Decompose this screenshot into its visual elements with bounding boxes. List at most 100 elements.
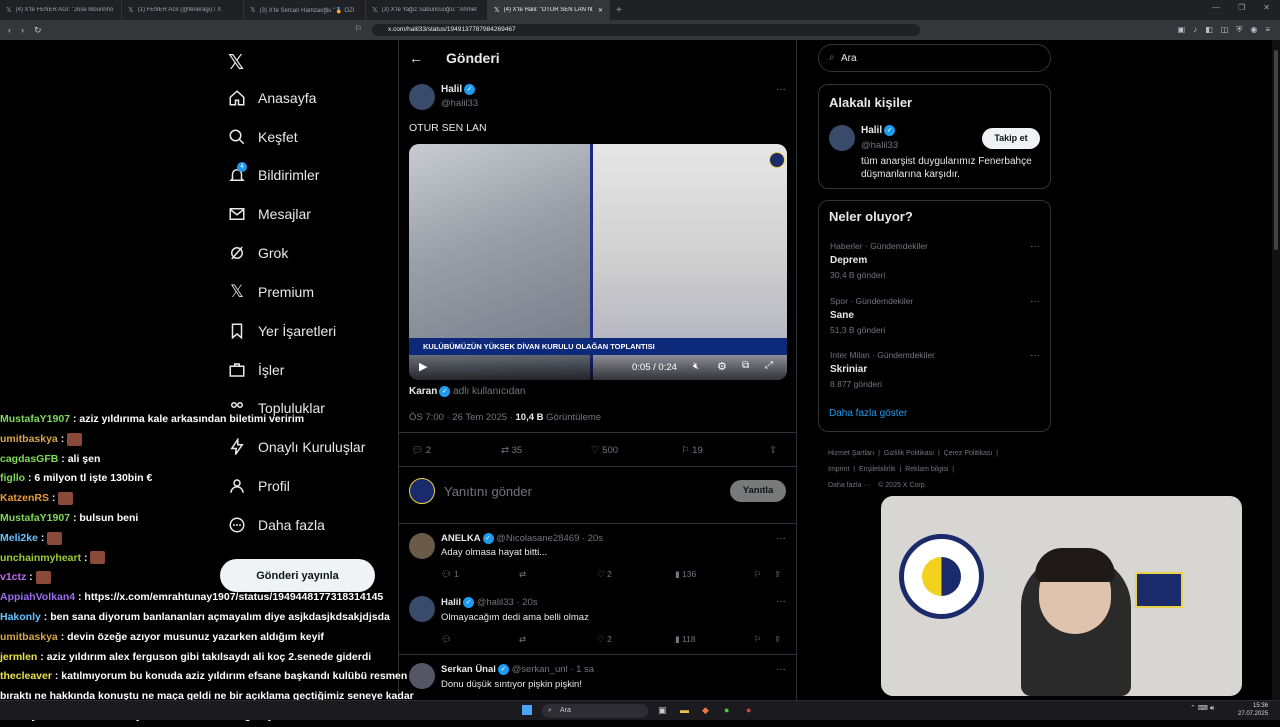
trend-item[interactable]: Spor · Gündemdekiler Sane 51,3 B gönderi… <box>830 296 1040 335</box>
footer-link[interactable]: Reklam bilgisi <box>905 466 948 473</box>
tray-icons[interactable]: ⌃ ⌨ 🔊︎ <box>1190 704 1214 713</box>
play-icon[interactable]: ▶ <box>419 360 427 373</box>
share-icon[interactable]: ⇪ <box>769 445 777 456</box>
bookmark-icon[interactable]: ⚐ <box>754 569 762 580</box>
search-box[interactable]: ⌕ Ara <box>818 44 1051 72</box>
reload-icon[interactable]: ↻ <box>34 25 42 36</box>
reply-item[interactable]: Halil ✓ @halil33 · 20s Olmayacağım dedi a… <box>409 596 796 656</box>
reply-item[interactable]: ANELKA ✓ @Nicolasane28469 · 20s Aday olma… <box>399 523 796 593</box>
repost-icon[interactable]: ⇄ <box>519 634 526 645</box>
shield-icon[interactable]: ⛨ <box>1236 25 1242 35</box>
more-options-icon[interactable]: ··· <box>1030 296 1040 307</box>
footer-link[interactable]: Hizmet Şartları <box>828 450 874 457</box>
views-icon[interactable]: ▮ 118 <box>675 634 696 645</box>
reply-author[interactable]: Serkan Ünal <box>441 664 496 675</box>
like-icon[interactable]: ♡ 2 <box>597 634 612 645</box>
profile-icon[interactable]: ◉ <box>1250 25 1257 35</box>
forward-icon[interactable]: › <box>21 25 24 36</box>
person-name[interactable]: Halil ✓ <box>861 125 896 136</box>
chat-username[interactable]: KatzenRS <box>0 492 49 504</box>
trend-item[interactable]: Haberler · Gündemdekiler Deprem 30,4 B g… <box>830 241 1040 280</box>
bookmark-icon[interactable]: ⚐ <box>355 24 362 33</box>
sidebar-item-messages[interactable]: Mesajlar <box>228 202 311 226</box>
brave-icon[interactable]: ◆ <box>702 705 709 716</box>
close-window-icon[interactable]: ✕ <box>1263 3 1270 12</box>
extension-icon[interactable]: ▣ <box>1178 25 1186 35</box>
chat-username[interactable]: MustafaY1907 <box>0 413 70 425</box>
reply-button[interactable]: Yanıtla <box>730 480 786 502</box>
trend-item[interactable]: Inter Milan · Gündemdekiler Skriniar 8.8… <box>830 350 1040 389</box>
volume-icon[interactable]: 🔇︎ <box>693 361 699 372</box>
show-more-link[interactable]: Daha fazla göster <box>829 408 907 419</box>
chat-username[interactable]: umitbaskya <box>0 433 58 445</box>
chat-username[interactable]: cagdasGFB <box>0 453 58 465</box>
reply-icon[interactable]: 💬︎ <box>441 634 452 645</box>
sidebar-item-explore[interactable]: Keşfet <box>228 125 298 149</box>
avatar[interactable] <box>409 84 435 110</box>
views-icon[interactable]: ▮ 136 <box>675 569 696 580</box>
browser-tab[interactable]: 𝕏 (4) X'te FENER AĞI: "Jose Mourinho <box>0 0 122 20</box>
windows-start-icon[interactable] <box>522 705 532 715</box>
follow-button[interactable]: Takip et <box>982 128 1040 149</box>
url-field[interactable]: x.com/halil33/status/1949137787984269467 <box>372 24 920 36</box>
more-options-icon[interactable]: ··· <box>1030 241 1040 252</box>
reply-item[interactable]: Serkan Ünal ✓ @serkan_unl · 1 sa Donu düş… <box>399 654 796 700</box>
repost-icon[interactable]: ⇄ 35 <box>501 445 522 456</box>
minimize-icon[interactable]: — <box>1212 3 1220 12</box>
task-view-icon[interactable]: ▣ <box>658 705 667 716</box>
like-icon[interactable]: ♡ 500 <box>591 445 618 456</box>
more-options-icon[interactable]: ··· <box>776 596 786 607</box>
bookmark-icon[interactable]: ⚐ <box>754 634 762 645</box>
extension-icon[interactable]: ◫ <box>1221 25 1229 35</box>
back-icon[interactable]: ‹ <box>8 25 11 36</box>
menu-icon[interactable]: ≡ <box>1265 25 1270 35</box>
browser-tab[interactable]: 𝕏 (3) X'te Sercan Hamzaoğlu "🏅 ÖZİ <box>244 0 366 20</box>
sidebar-item-premium[interactable]: 𝕏 Premium <box>228 280 314 304</box>
chat-username[interactable]: Hakonly <box>0 611 41 623</box>
footer-link[interactable]: Gizlilik Politikası <box>884 450 934 457</box>
more-options-icon[interactable]: ··· <box>776 664 786 675</box>
post-handle[interactable]: @halil33 <box>441 98 478 109</box>
footer-link[interactable]: Erişilebilirlik <box>859 466 896 473</box>
share-icon[interactable]: ⇪ <box>774 634 781 645</box>
chat-username[interactable]: umitbaskya <box>0 631 58 643</box>
like-icon[interactable]: ♡ 2 <box>597 569 612 580</box>
sidebar-item-jobs[interactable]: İşler <box>228 358 284 382</box>
bookmark-icon[interactable]: ⚐ 19 <box>681 445 703 456</box>
search-input[interactable]: Ara <box>841 53 857 64</box>
chrome-icon[interactable]: ● <box>724 705 729 715</box>
folder-icon[interactable]: ▬ <box>680 705 689 715</box>
reply-author[interactable]: Halil <box>441 597 461 608</box>
more-options-icon[interactable]: ··· <box>776 533 786 544</box>
clock[interactable]: 15:36 27.07.2025 <box>1238 702 1268 718</box>
back-arrow-icon[interactable]: ← <box>409 50 423 66</box>
sidebar-item-bookmarks[interactable]: Yer İşaretleri <box>228 319 336 343</box>
more-options-icon[interactable]: ··· <box>776 84 786 95</box>
new-tab-icon[interactable]: + <box>610 5 628 16</box>
reply-input[interactable]: Yanıtını gönder <box>444 484 532 499</box>
app-icon[interactable]: ● <box>746 705 751 715</box>
chat-username[interactable]: figllo <box>0 472 25 484</box>
settings-icon[interactable]: ⚙ <box>717 360 727 373</box>
reply-icon[interactable]: 💬︎ 1 <box>441 569 459 580</box>
extension-icon[interactable]: ◧ <box>1205 25 1213 35</box>
browser-tab[interactable]: 𝕏 (3) X'te Yağız Sabuncuoğlu: "Ahmet <box>366 0 488 20</box>
footer-link[interactable]: Daha fazla ··· <box>828 482 870 489</box>
pip-icon[interactable]: ⧉ <box>742 360 749 371</box>
sidebar-item-notifications[interactable]: 4 Bildirimler <box>228 162 319 187</box>
video-player[interactable]: KULÜBÜMÜZÜN YÜKSEK DİVAN KURULU OLAĞAN T… <box>409 144 787 380</box>
post-author[interactable]: Halil ✓ <box>441 84 476 95</box>
fullscreen-icon[interactable]: ⤢ <box>765 360 773 371</box>
footer-link[interactable]: Imprint <box>828 466 849 473</box>
x-logo-icon[interactable]: 𝕏 <box>228 50 244 75</box>
more-options-icon[interactable]: ··· <box>1030 350 1040 361</box>
browser-tab-active[interactable]: 𝕏 (4) X'te Halil: "OTUR SEN LAN ht ✕ <box>488 0 610 20</box>
restore-icon[interactable]: ❐ <box>1238 3 1245 12</box>
footer-link[interactable]: Çerez Politikası <box>944 450 993 457</box>
chat-username[interactable]: Meli2ke <box>0 532 38 544</box>
share-icon[interactable]: ⇪ <box>774 569 781 580</box>
taskbar-search[interactable]: ⌕ Ara <box>542 704 648 718</box>
scrollbar[interactable] <box>1272 40 1280 700</box>
reply-author[interactable]: ANELKA <box>441 533 481 544</box>
close-tab-icon[interactable]: ✕ <box>598 7 603 14</box>
